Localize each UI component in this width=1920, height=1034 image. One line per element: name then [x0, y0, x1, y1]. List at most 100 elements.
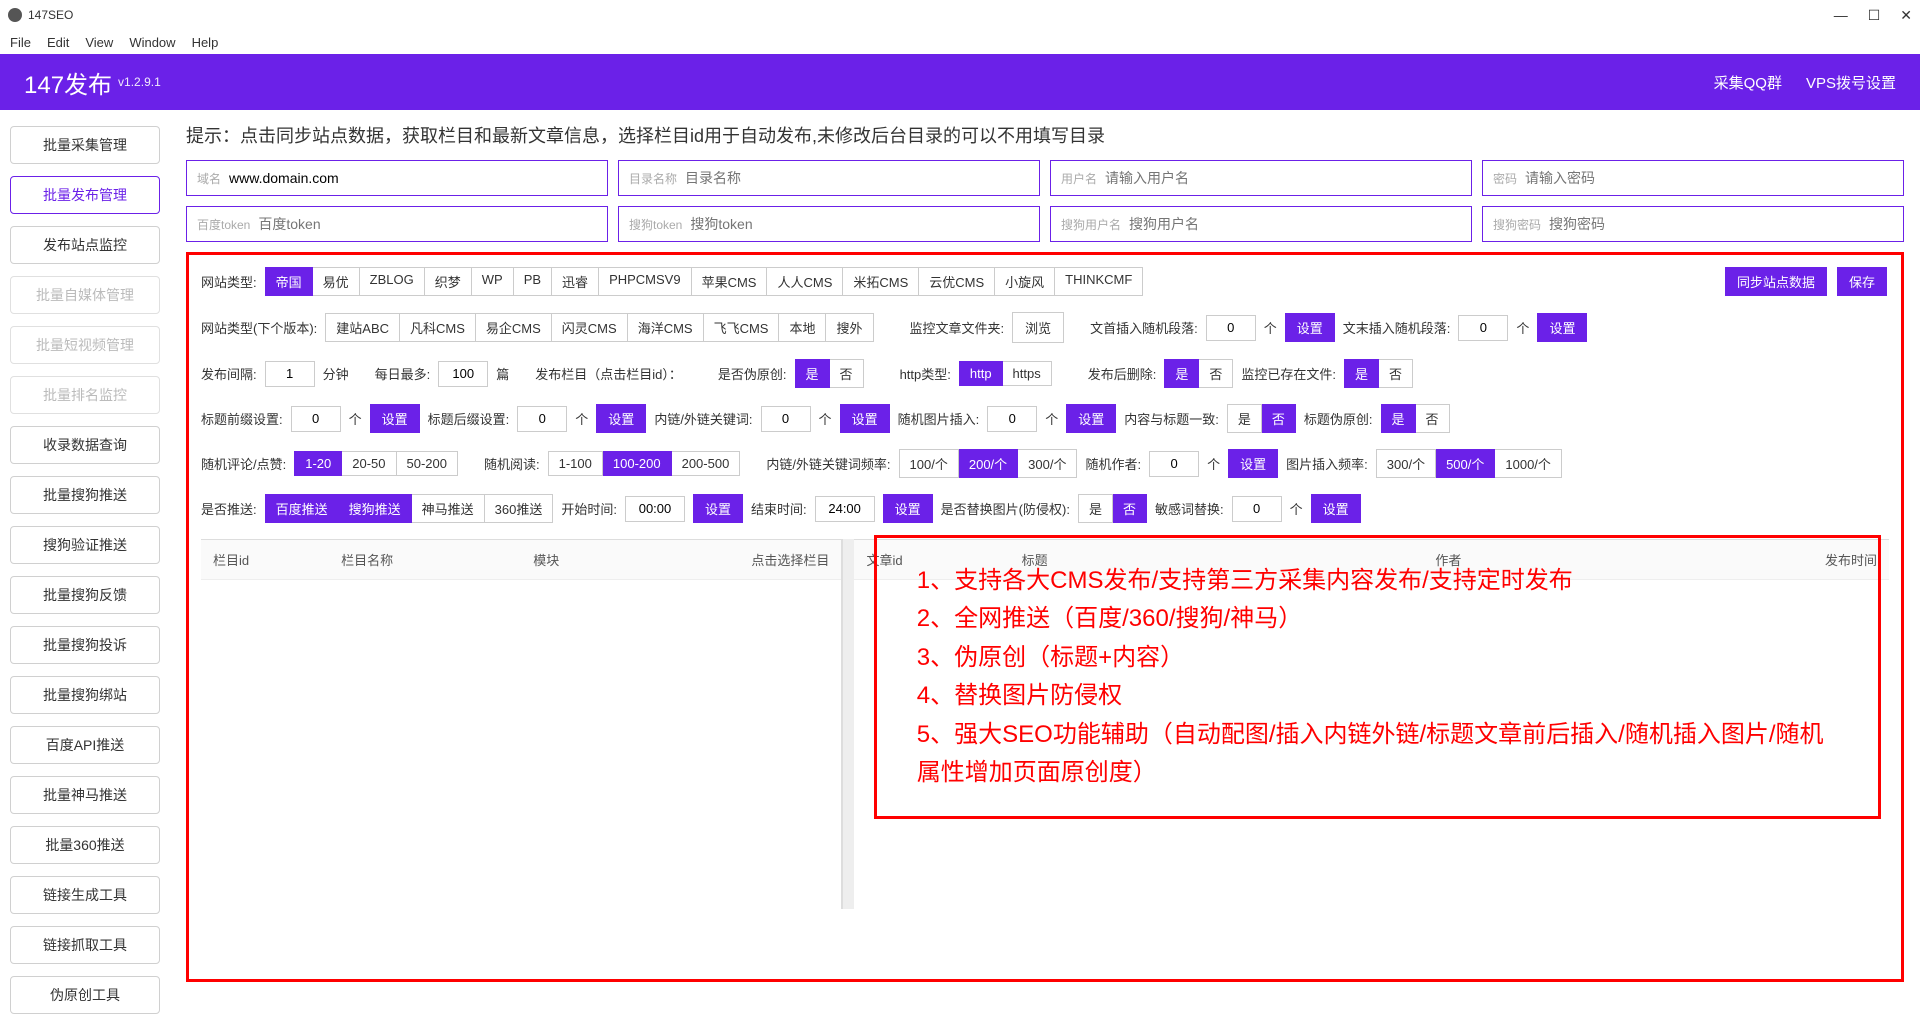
- menu-help[interactable]: Help: [192, 35, 219, 50]
- row5r-opt-1[interactable]: 100-200: [603, 451, 672, 476]
- author-input[interactable]: [1149, 451, 1199, 477]
- row1opts-opt-6[interactable]: 迅睿: [552, 267, 599, 296]
- baidutoken-input[interactable]: [258, 216, 597, 232]
- prefix-set-button[interactable]: 设置: [1285, 313, 1335, 342]
- row6p-opt-2[interactable]: 神马推送: [412, 494, 485, 523]
- suffix-count-input[interactable]: [1458, 315, 1508, 341]
- row5i-opt-0[interactable]: 300/个: [1376, 449, 1436, 478]
- row1opts-opt-2[interactable]: ZBLOG: [360, 267, 425, 296]
- tprefix-set[interactable]: 设置: [370, 404, 420, 433]
- row5l-opt-1[interactable]: 200/个: [959, 449, 1018, 478]
- row2opts-opt-6[interactable]: 本地: [779, 313, 826, 342]
- sidebar-item-12[interactable]: 百度API推送: [10, 726, 160, 764]
- browse-button[interactable]: 浏览: [1012, 312, 1064, 343]
- sidebar-item-8[interactable]: 搜狗验证推送: [10, 526, 160, 564]
- sens-input[interactable]: [1232, 496, 1282, 522]
- row1opts-opt-11[interactable]: 云优CMS: [919, 267, 995, 296]
- sidebar-item-6[interactable]: 收录数据查询: [10, 426, 160, 464]
- field-sogoutoken[interactable]: 搜狗token: [618, 206, 1040, 242]
- row1opts-opt-0[interactable]: 帝国: [265, 267, 313, 296]
- sogoupass-input[interactable]: [1549, 216, 1893, 232]
- menu-file[interactable]: File: [10, 35, 31, 50]
- row2opts-opt-2[interactable]: 易企CMS: [476, 313, 552, 342]
- row5l-opt-2[interactable]: 300/个: [1018, 449, 1077, 478]
- row5r-opt-0[interactable]: 1-100: [548, 451, 603, 476]
- sidebar-item-9[interactable]: 批量搜狗反馈: [10, 576, 160, 614]
- row2opts-opt-1[interactable]: 凡科CMS: [400, 313, 476, 342]
- end-time-input[interactable]: [815, 496, 875, 522]
- maxday-input[interactable]: [438, 361, 488, 387]
- prefix-count-input[interactable]: [1206, 315, 1256, 341]
- row1opts-opt-9[interactable]: 人人CMS: [767, 267, 843, 296]
- tsuffix-set[interactable]: 设置: [596, 404, 646, 433]
- row6p-opt-1[interactable]: 搜狗推送: [339, 494, 412, 523]
- sidebar-item-7[interactable]: 批量搜狗推送: [10, 476, 160, 514]
- sidebar-item-0[interactable]: 批量采集管理: [10, 126, 160, 164]
- sogoutoken-input[interactable]: [690, 216, 1029, 232]
- row2opts-opt-5[interactable]: 飞飞CMS: [704, 313, 780, 342]
- inlink-input[interactable]: [761, 406, 811, 432]
- sidebar-item-2[interactable]: 发布站点监控: [10, 226, 160, 264]
- sidebar-item-11[interactable]: 批量搜狗绑站: [10, 676, 160, 714]
- row1opts-opt-13[interactable]: THINKCMF: [1055, 267, 1143, 296]
- menu-edit[interactable]: Edit: [47, 35, 69, 50]
- sidebar-item-1[interactable]: 批量发布管理: [10, 176, 160, 214]
- domain-input[interactable]: [229, 170, 597, 186]
- row5r-opt-2[interactable]: 200-500: [672, 451, 741, 476]
- sidebar-item-13[interactable]: 批量神马推送: [10, 776, 160, 814]
- header-link-qq[interactable]: 采集QQ群: [1714, 72, 1782, 93]
- row5i-opt-2[interactable]: 1000/个: [1495, 449, 1562, 478]
- field-dirname[interactable]: 目录名称: [618, 160, 1040, 196]
- sidebar-item-17[interactable]: 伪原创工具: [10, 976, 160, 1014]
- sidebar-item-10[interactable]: 批量搜狗投诉: [10, 626, 160, 664]
- tp-no[interactable]: 否: [1416, 404, 1450, 433]
- interval-input[interactable]: [265, 361, 315, 387]
- start-set[interactable]: 设置: [693, 494, 743, 523]
- pseudo-no[interactable]: 否: [830, 359, 864, 388]
- start-time-input[interactable]: [625, 496, 685, 522]
- dirname-input[interactable]: [685, 170, 1029, 186]
- row1opts-opt-4[interactable]: WP: [472, 267, 514, 296]
- row5i-opt-1[interactable]: 500/个: [1436, 449, 1495, 478]
- row5c-opt-2[interactable]: 50-200: [397, 451, 458, 476]
- field-baidutoken[interactable]: 百度token: [186, 206, 608, 242]
- close-icon[interactable]: ✕: [1900, 7, 1912, 24]
- tp-yes[interactable]: 是: [1381, 404, 1416, 433]
- author-set[interactable]: 设置: [1228, 449, 1278, 478]
- sidebar-item-3[interactable]: 批量自媒体管理: [10, 276, 160, 314]
- row6p-opt-3[interactable]: 360推送: [485, 494, 554, 523]
- row1opts-opt-5[interactable]: PB: [514, 267, 552, 296]
- field-domain[interactable]: 域名: [186, 160, 608, 196]
- delafter-yes[interactable]: 是: [1164, 359, 1199, 388]
- user-input[interactable]: [1105, 170, 1461, 186]
- menu-view[interactable]: View: [85, 35, 113, 50]
- row1opts-opt-3[interactable]: 织梦: [425, 267, 472, 296]
- monexist-yes[interactable]: 是: [1344, 359, 1379, 388]
- http-option[interactable]: http: [959, 361, 1003, 386]
- ri-no[interactable]: 否: [1113, 494, 1147, 523]
- delafter-no[interactable]: 否: [1199, 359, 1233, 388]
- row5l-opt-0[interactable]: 100/个: [899, 449, 959, 478]
- field-user[interactable]: 用户名: [1050, 160, 1472, 196]
- randimg-input[interactable]: [987, 406, 1037, 432]
- field-pass[interactable]: 密码: [1482, 160, 1904, 196]
- row2opts-opt-7[interactable]: 搜外: [826, 313, 873, 342]
- field-sogouuser[interactable]: 搜狗用户名: [1050, 206, 1472, 242]
- scrollbar[interactable]: [842, 539, 854, 909]
- row2opts-opt-0[interactable]: 建站ABC: [325, 313, 400, 342]
- row5c-opt-0[interactable]: 1-20: [294, 451, 342, 476]
- sens-set[interactable]: 设置: [1311, 494, 1361, 523]
- row6p-opt-0[interactable]: 百度推送: [265, 494, 339, 523]
- inlink-set[interactable]: 设置: [840, 404, 890, 433]
- sogouuser-input[interactable]: [1129, 216, 1461, 232]
- sidebar-item-4[interactable]: 批量短视频管理: [10, 326, 160, 364]
- end-set[interactable]: 设置: [883, 494, 933, 523]
- minimize-icon[interactable]: —: [1834, 7, 1848, 24]
- suffix-set-button[interactable]: 设置: [1537, 313, 1587, 342]
- row1opts-opt-1[interactable]: 易优: [313, 267, 360, 296]
- sidebar-item-5[interactable]: 批量排名监控: [10, 376, 160, 414]
- maximize-icon[interactable]: ☐: [1868, 7, 1881, 24]
- tsuffix-input[interactable]: [517, 406, 567, 432]
- sidebar-item-14[interactable]: 批量360推送: [10, 826, 160, 864]
- ri-yes[interactable]: 是: [1078, 494, 1113, 523]
